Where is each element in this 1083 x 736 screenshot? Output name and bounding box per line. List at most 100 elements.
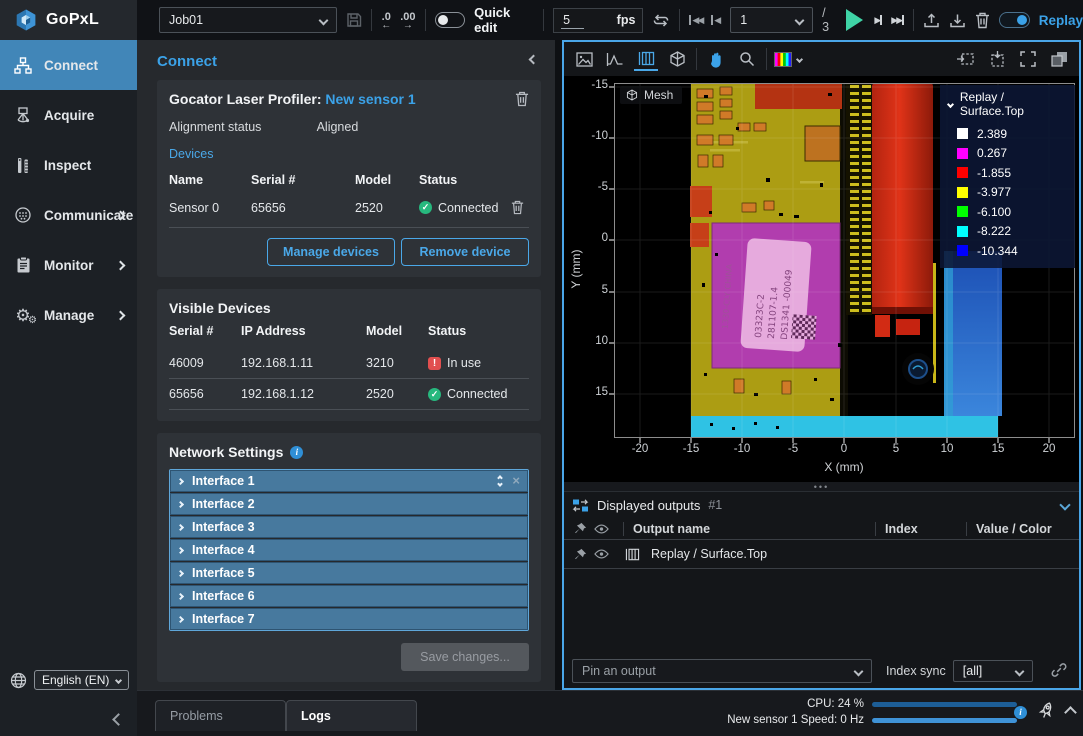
displayed-outputs-badge: #1: [708, 498, 722, 512]
surface-legend[interactable]: Replay / Surface.Top 2.389 0.267 -1.855 …: [940, 85, 1075, 268]
pan-tool-button[interactable]: [704, 47, 728, 71]
sidebar-item-monitor[interactable]: Monitor: [0, 240, 137, 290]
device-status-text: In use: [447, 356, 481, 370]
arrow-right-icon: →: [403, 22, 413, 29]
mesh-view-button[interactable]: [665, 47, 689, 71]
decimal-decrease-button[interactable]: .0 ←: [381, 12, 391, 29]
link-icon[interactable]: [1051, 662, 1067, 681]
quick-edit-toggle[interactable]: [435, 12, 466, 28]
device-model: 3210: [366, 348, 428, 378]
sidebar-item-inspect[interactable]: Inspect: [0, 140, 137, 190]
interface-label: Interface 2: [192, 497, 255, 511]
info-icon[interactable]: i: [1014, 706, 1027, 719]
displayed-outputs-panel: Displayed outputs #1 Output name Index: [564, 491, 1079, 688]
surface-view-button[interactable]: [634, 47, 658, 71]
colormap-select[interactable]: [774, 52, 802, 67]
device-serial: 46009: [169, 348, 241, 378]
performance-rocket-icon[interactable]: [1037, 701, 1056, 723]
replay-label: Replay: [1039, 13, 1083, 28]
mesh-mode-badge[interactable]: Mesh: [620, 86, 682, 104]
info-icon[interactable]: i: [290, 446, 303, 459]
fit-view-button[interactable]: [1016, 47, 1040, 71]
delete-device-button[interactable]: [505, 197, 529, 223]
device-ip-link[interactable]: 192.168.1.12: [241, 379, 366, 409]
legend-swatch: [957, 226, 968, 237]
last-frame-button[interactable]: ▶▶: [891, 15, 904, 26]
sidebar-item-connect[interactable]: Connect: [0, 40, 137, 90]
sidebar-item-manage[interactable]: ⚙ ⚙ Manage: [0, 290, 137, 340]
interface-row[interactable]: Interface 3: [170, 516, 528, 538]
sidebar-collapse-button[interactable]: [112, 713, 125, 726]
frame-select[interactable]: 1: [730, 7, 813, 33]
interface-row[interactable]: Interface 4: [170, 539, 528, 561]
sidebar-item-acquire[interactable]: Acquire: [0, 90, 137, 140]
y-tick: 5: [572, 284, 608, 296]
app-logo: GoPxL: [0, 0, 137, 40]
interface-label: Interface 7: [192, 612, 255, 626]
device-ip-link[interactable]: 192.168.1.11: [241, 348, 366, 378]
fps-input[interactable]: 5 fps: [553, 8, 643, 33]
legend-entry: -8.222: [948, 222, 1067, 242]
interface-row[interactable]: Interface 6: [170, 585, 528, 607]
x-tick: -20: [620, 443, 660, 455]
pin-icon[interactable]: [572, 548, 588, 561]
layers-button[interactable]: [1047, 47, 1071, 71]
collapse-outputs-button[interactable]: [1059, 499, 1070, 510]
next-frame-button[interactable]: ▶: [874, 15, 882, 26]
download-button[interactable]: [949, 12, 966, 29]
divider: [371, 9, 372, 31]
divider: [913, 9, 914, 31]
tab-problems[interactable]: Problems: [155, 700, 286, 731]
interface-row[interactable]: Interface 2: [170, 493, 528, 515]
image-view-button[interactable]: [572, 47, 596, 71]
tab-logs[interactable]: Logs: [286, 700, 417, 731]
save-job-button[interactable]: [346, 12, 362, 28]
previous-frame-button[interactable]: ◀: [711, 15, 719, 26]
fit-width-button[interactable]: [954, 47, 978, 71]
legend-entry: -10.344: [948, 241, 1067, 261]
sidebar-item-communicate[interactable]: Communicate: [0, 190, 137, 240]
profile-view-button[interactable]: [603, 47, 627, 71]
zoom-tool-button[interactable]: [735, 47, 759, 71]
fit-height-button[interactable]: [985, 47, 1009, 71]
y-tick: 10: [572, 335, 608, 347]
panel-splitter[interactable]: •••: [564, 482, 1079, 491]
toggle-knob: [1017, 15, 1027, 25]
expand-chevron-icon: [177, 592, 184, 599]
expand-chevron-icon: [177, 615, 184, 622]
upload-button[interactable]: [923, 12, 940, 29]
close-icon[interactable]: ×: [512, 476, 520, 486]
index-sync-select[interactable]: [all]: [953, 660, 1033, 682]
reorder-icon[interactable]: [498, 476, 502, 486]
expand-status-panel-button[interactable]: [1064, 706, 1077, 719]
divider: [696, 48, 697, 70]
loop-playback-button[interactable]: [652, 13, 670, 28]
save-changes-button[interactable]: Save changes...: [401, 643, 529, 671]
interface-row[interactable]: Interface 7: [170, 608, 528, 630]
first-frame-button[interactable]: ◀◀: [689, 15, 702, 26]
remove-device-button[interactable]: Remove device: [401, 238, 529, 266]
visibility-eye-icon[interactable]: [593, 549, 609, 559]
interface-label: Interface 6: [192, 589, 255, 603]
devices-table: Name Serial # Model Status Sensor 0 6565…: [169, 169, 529, 223]
column-header-output-name: Output name: [633, 522, 710, 536]
sensor-name-link[interactable]: New sensor 1: [325, 91, 415, 107]
interface-row[interactable]: Interface 5: [170, 562, 528, 584]
device-name: Sensor 0: [169, 198, 247, 223]
output-row[interactable]: Replay / Surface.Top: [564, 540, 1079, 569]
language-select[interactable]: English (EN): [34, 670, 129, 690]
delete-sensor-button[interactable]: [515, 91, 529, 107]
play-button[interactable]: [846, 9, 863, 31]
decimal-increase-button[interactable]: .00 →: [400, 12, 415, 29]
delete-replay-button[interactable]: [975, 12, 990, 29]
manage-devices-button[interactable]: Manage devices: [267, 238, 395, 266]
replay-toggle[interactable]: [999, 12, 1030, 28]
job-select[interactable]: Job01: [159, 7, 337, 33]
device-status-text: Connected: [438, 201, 498, 215]
surface-viewer[interactable]: Y (mm) -15 -10 -5 0 5 10 15: [564, 76, 1079, 482]
interface-row[interactable]: Interface 1 ×: [170, 470, 528, 492]
pin-output-select[interactable]: Pin an output: [572, 659, 872, 683]
legend-value: 2.389: [977, 127, 1007, 141]
chevron-right-icon: [116, 310, 126, 320]
legend-collapse-icon[interactable]: [947, 101, 954, 108]
